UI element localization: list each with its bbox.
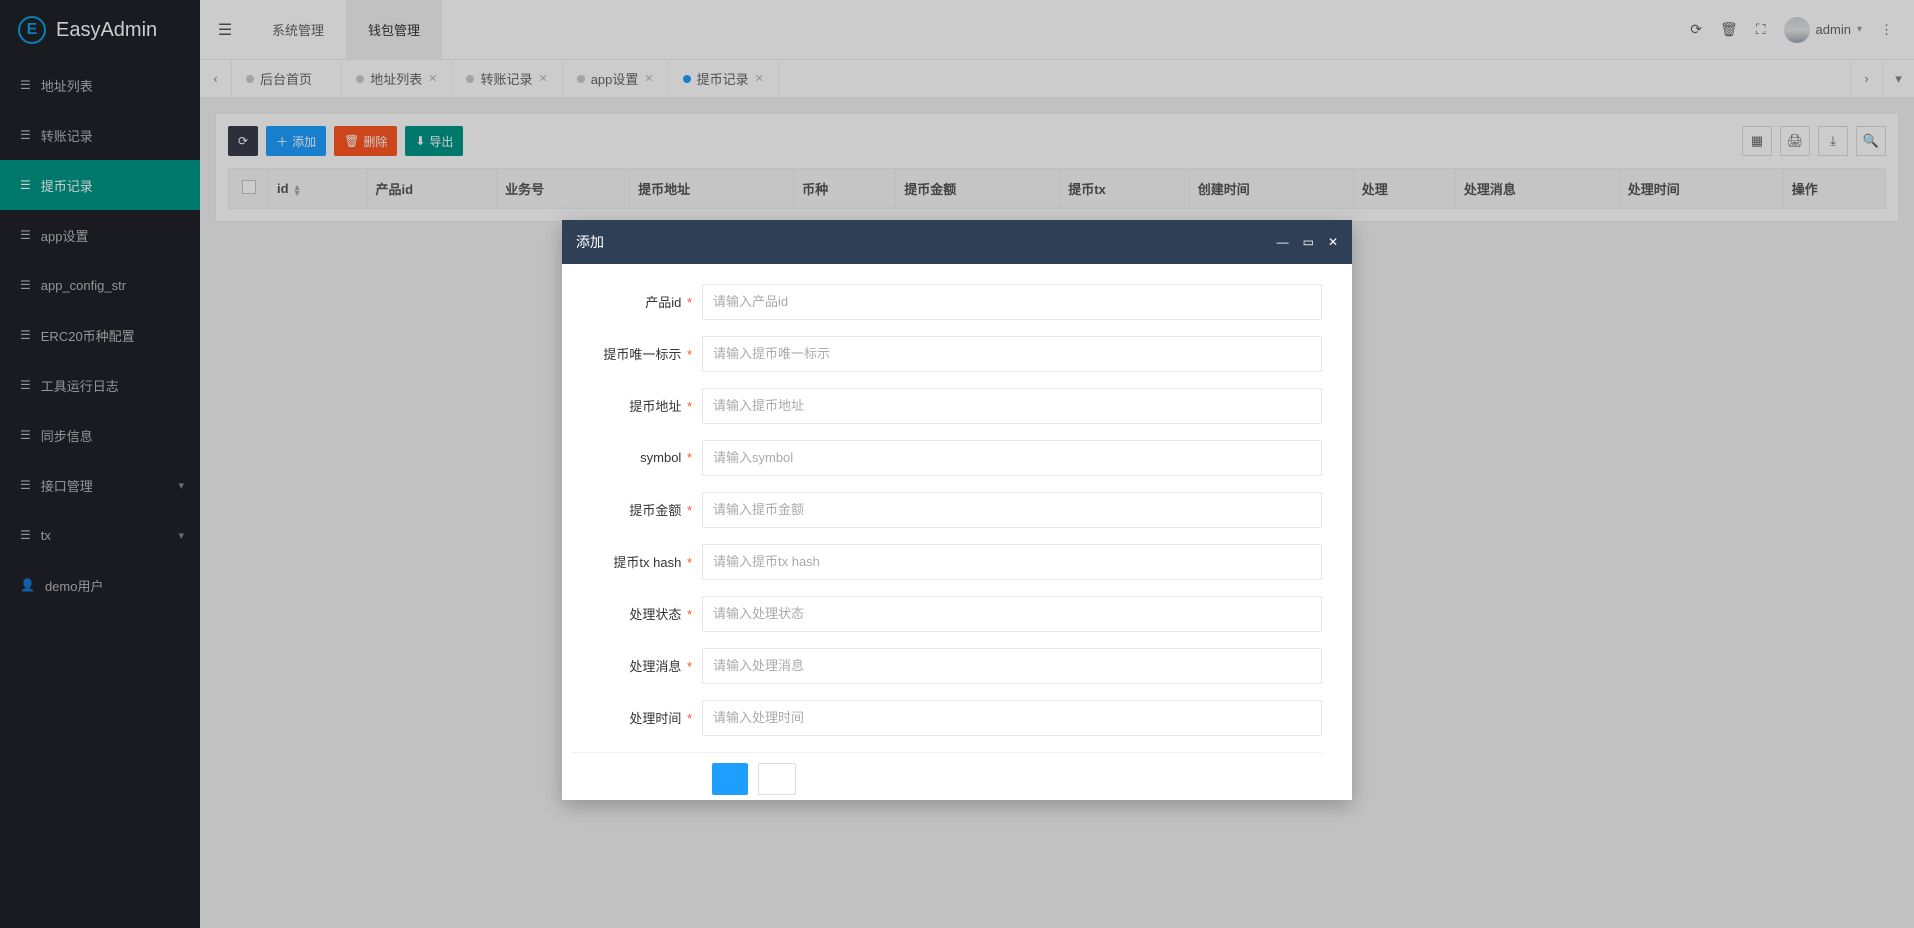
- form-input[interactable]: [702, 648, 1322, 684]
- form-label: 提币地址 *: [572, 396, 702, 415]
- form-row: 提币tx hash *: [572, 544, 1322, 580]
- form-row: 处理时间 *: [572, 700, 1322, 736]
- form-row: symbol *: [572, 440, 1322, 476]
- form-label: 产品id *: [572, 292, 702, 311]
- form-label: 处理时间 *: [572, 708, 702, 727]
- modal-close[interactable]: ✕: [1328, 235, 1338, 249]
- form-label: 提币唯一标示 *: [572, 344, 702, 363]
- form-input[interactable]: [702, 440, 1322, 476]
- modal-footer: [572, 752, 1322, 795]
- modal-maximize[interactable]: ▭: [1303, 235, 1314, 249]
- form-row: 提币地址 *: [572, 388, 1322, 424]
- form-input[interactable]: [702, 388, 1322, 424]
- form-input[interactable]: [702, 492, 1322, 528]
- form-row: 处理消息 *: [572, 648, 1322, 684]
- modal-submit-button[interactable]: [712, 763, 748, 795]
- form-label: 提币金额 *: [572, 500, 702, 519]
- form-input[interactable]: [702, 336, 1322, 372]
- modal-cancel-button[interactable]: [758, 763, 796, 795]
- form-row: 提币唯一标示 *: [572, 336, 1322, 372]
- add-modal: 添加 — ▭ ✕ 产品id * 提币唯一标示 * 提币地址 * symbol * 提币金…: [562, 220, 1352, 800]
- form-input[interactable]: [702, 284, 1322, 320]
- form-row: 提币金额 *: [572, 492, 1322, 528]
- form-row: 处理状态 *: [572, 596, 1322, 632]
- form-input[interactable]: [702, 544, 1322, 580]
- form-input[interactable]: [702, 700, 1322, 736]
- form-row: 产品id *: [572, 284, 1322, 320]
- modal-minimize[interactable]: —: [1277, 235, 1289, 249]
- modal-header: 添加 — ▭ ✕: [562, 220, 1352, 264]
- modal-body: 产品id * 提币唯一标示 * 提币地址 * symbol * 提币金额 * 提币tx h…: [562, 264, 1352, 800]
- form-label: 处理状态 *: [572, 604, 702, 623]
- modal-title: 添加: [576, 232, 604, 252]
- form-input[interactable]: [702, 596, 1322, 632]
- form-label: symbol *: [572, 450, 702, 465]
- form-label: 提币tx hash *: [572, 552, 702, 571]
- form-label: 处理消息 *: [572, 656, 702, 675]
